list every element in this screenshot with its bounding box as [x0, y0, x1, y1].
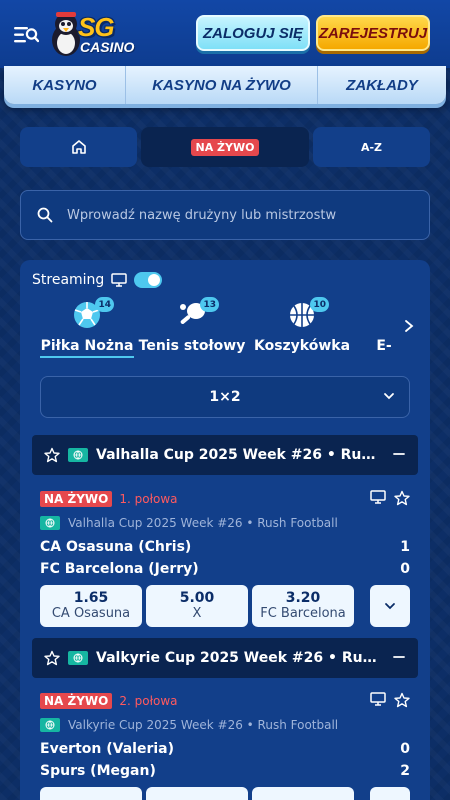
tab-home[interactable] — [20, 127, 137, 167]
match-period: 1. połowa — [119, 492, 178, 506]
sport-label: E- — [376, 338, 392, 354]
sports-next-button[interactable] — [404, 318, 414, 337]
chevron-right-icon — [405, 320, 414, 332]
odds-row — [40, 787, 410, 800]
market-select[interactable]: 1×2 — [40, 376, 410, 418]
tab-live[interactable]: NA ŻYWO — [141, 127, 309, 167]
match-period: 2. połowa — [119, 694, 178, 708]
sport-count-badge: 13 — [200, 297, 219, 312]
globe-icon — [40, 516, 60, 530]
odd-button-draw[interactable]: 5.00 X — [146, 585, 248, 627]
odd-button-locked[interactable] — [252, 787, 354, 800]
league-header[interactable]: Valkyrie Cup 2025 Week #26 • Rush Foo... — [32, 638, 418, 678]
odd-button-locked[interactable] — [40, 787, 142, 800]
team-row-home: Everton (Valeria) 0 — [40, 741, 410, 759]
collapse-icon[interactable] — [392, 650, 406, 664]
star-icon[interactable] — [394, 692, 410, 708]
nav-item-betting[interactable]: ZAKŁADY — [318, 66, 446, 104]
team-name: Everton (Valeria) — [40, 741, 174, 757]
league-title: Valkyrie Cup 2025 Week #26 • Rush Foo... — [96, 650, 382, 666]
team-row-home: CA Osasuna (Chris) 1 — [40, 539, 410, 557]
live-badge: NA ŻYWO — [190, 138, 260, 156]
star-icon[interactable] — [44, 650, 60, 666]
team-row-away: Spurs (Megan) 2 — [40, 763, 410, 781]
odd-button-away[interactable]: 3.20 FC Barcelona — [252, 585, 354, 627]
live-tag: NA ŻYWO — [40, 693, 113, 709]
collapse-icon[interactable] — [392, 447, 406, 461]
nav-item-casino[interactable]: KASYNO — [4, 66, 126, 104]
sport-label: Tenis stołowy — [138, 338, 246, 354]
menu-search-button[interactable] — [12, 22, 40, 48]
odd-value: 5.00 — [179, 590, 215, 606]
odd-name: X — [192, 606, 202, 621]
live-tag: NA ŻYWO — [40, 491, 113, 507]
chevron-down-icon — [384, 393, 394, 400]
team-row-away: FC Barcelona (Jerry) 0 — [40, 561, 410, 579]
sport-count-badge: 10 — [310, 297, 329, 312]
tab-a-z[interactable]: A-Z — [313, 127, 430, 167]
main-nav: KASYNO KASYNO NA ŻYWO ZAKŁADY — [4, 66, 446, 104]
team-name: CA Osasuna (Chris) — [40, 539, 192, 555]
sportsbook-tabs: NA ŻYWO A-Z — [20, 127, 430, 167]
odd-name: CA Osasuna — [51, 606, 131, 621]
team-name: Spurs (Megan) — [40, 763, 156, 779]
home-icon — [71, 140, 86, 154]
market-selected-value: 1×2 — [209, 389, 241, 405]
more-markets-button[interactable] — [370, 585, 410, 627]
streaming-label: Streaming — [32, 272, 105, 288]
match-card[interactable]: NA ŻYWO 1. połowa Valhalla Cup 2025 Week… — [40, 490, 410, 627]
sport-tab-soccer[interactable]: 14 Piłka Nożna — [40, 297, 134, 364]
search-icon — [37, 207, 53, 223]
header: SG CASINO ZALOGUJ SIĘ ZAREJESTRUJ — [0, 0, 450, 68]
sport-tab-basketball[interactable]: 10 Koszykówka — [254, 297, 350, 364]
menu-search-icon — [14, 27, 39, 43]
match-competition: Valkyrie Cup 2025 Week #26 • Rush Footba… — [68, 718, 339, 732]
sport-tab-esports[interactable]: E- — [372, 298, 396, 364]
search-bar — [20, 190, 430, 240]
globe-icon — [68, 651, 88, 665]
sports-carousel: 14 Piłka Nożna 13 Tenis stołowy 10 Koszy… — [20, 297, 430, 364]
star-icon[interactable] — [394, 490, 410, 506]
logo[interactable]: SG CASINO — [48, 10, 140, 58]
monitor-icon — [111, 273, 128, 287]
streaming-toggle[interactable] — [134, 272, 163, 288]
more-markets-button[interactable] — [370, 787, 410, 800]
live-events-panel: Streaming 14 Piłka Nożna 13 Tenis stołow… — [20, 260, 430, 800]
sport-label: Koszykówka — [253, 338, 351, 354]
stream-monitor-icon[interactable] — [370, 692, 386, 706]
sport-tab-table-tennis[interactable]: 13 Tenis stołowy — [139, 297, 245, 364]
odd-name: FC Barcelona — [260, 606, 346, 621]
league-header[interactable]: Valhalla Cup 2025 Week #26 • Rush Foo... — [32, 435, 418, 475]
match-card[interactable]: NA ŻYWO 2. połowa Valkyrie Cup 2025 Week… — [40, 692, 410, 800]
team-name: FC Barcelona (Jerry) — [40, 561, 199, 577]
odd-value: 3.20 — [285, 590, 321, 606]
logo-subtext: CASINO — [80, 39, 135, 55]
odd-value: 1.65 — [73, 590, 109, 606]
register-button[interactable]: ZAREJESTRUJ — [316, 15, 430, 51]
star-icon[interactable] — [44, 447, 60, 463]
team-score: 0 — [400, 741, 410, 757]
streaming-toggle-row: Streaming — [32, 272, 163, 288]
chevron-down-icon — [385, 603, 395, 610]
match-competition: Valhalla Cup 2025 Week #26 • Rush Footba… — [68, 516, 338, 530]
search-input[interactable] — [67, 207, 407, 223]
team-score: 1 — [400, 539, 410, 555]
nav-item-live-casino[interactable]: KASYNO NA ŻYWO — [126, 66, 318, 104]
sport-count-badge: 14 — [95, 297, 114, 312]
team-score: 2 — [400, 763, 410, 779]
globe-icon — [68, 448, 88, 462]
league-title: Valhalla Cup 2025 Week #26 • Rush Foo... — [96, 447, 382, 463]
login-button[interactable]: ZALOGUJ SIĘ — [196, 15, 310, 51]
odd-button-home[interactable]: 1.65 CA Osasuna — [40, 585, 142, 627]
odd-button-locked[interactable] — [146, 787, 248, 800]
stream-monitor-icon[interactable] — [370, 490, 386, 504]
globe-icon — [40, 718, 60, 732]
team-score: 0 — [400, 561, 410, 577]
odds-row: 1.65 CA Osasuna 5.00 X 3.20 FC Barcelona — [40, 585, 410, 627]
sport-label: Piłka Nożna — [40, 338, 134, 354]
